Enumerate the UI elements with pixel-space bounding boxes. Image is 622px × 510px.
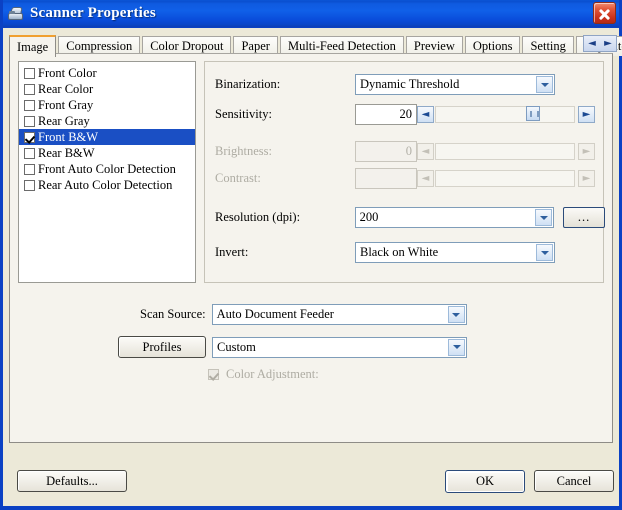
checkbox-icon[interactable] — [24, 115, 35, 127]
list-item-label: Front Color — [38, 65, 97, 80]
contrast-label: Contrast: — [215, 171, 261, 185]
slider-track — [435, 170, 575, 187]
list-item-label: Rear Auto Color Detection — [38, 177, 173, 192]
slider-decrease-button: ◄ — [417, 143, 434, 160]
list-item[interactable]: Rear Gray — [19, 113, 195, 129]
profiles-value: Custom — [217, 339, 256, 354]
tab-label: Color Dropout — [150, 39, 224, 53]
list-item-label: Front B&W — [38, 129, 99, 144]
sensitivity-row: Sensitivity: 20 ◄ ► — [215, 104, 595, 125]
ok-button[interactable]: OK — [445, 470, 525, 493]
tab-label: Multi-Feed Detection — [287, 39, 396, 53]
list-item[interactable]: Rear Auto Color Detection — [19, 177, 195, 193]
close-icon[interactable] — [593, 2, 616, 24]
sensitivity-value[interactable]: 20 — [355, 104, 417, 125]
list-item[interactable]: Rear B&W — [19, 145, 195, 161]
tab-label: Paper — [241, 39, 270, 53]
profiles-button[interactable]: Profiles — [118, 336, 206, 358]
tab-label: Preview — [413, 39, 455, 53]
scan-source-combo[interactable]: Auto Document Feeder — [211, 304, 467, 325]
profiles-combo[interactable]: Custom — [212, 336, 467, 358]
scanner-icon — [7, 5, 25, 23]
sensitivity-slider[interactable]: ◄ ► — [417, 104, 595, 125]
chevron-down-icon[interactable] — [448, 338, 465, 356]
list-item[interactable]: Front Color — [19, 65, 195, 81]
list-item-label: Rear Gray — [38, 113, 90, 128]
contrast-slider: ◄ ► — [417, 168, 595, 189]
binarization-label: Binarization: — [215, 77, 281, 91]
binarization-value: Dynamic Threshold — [360, 77, 460, 91]
binarization-row: Binarization: Dynamic Threshold — [215, 74, 595, 95]
list-item[interactable]: Front Auto Color Detection — [19, 161, 195, 177]
list-item[interactable]: Front Gray — [19, 97, 195, 113]
checkbox-icon[interactable] — [24, 131, 35, 143]
resolution-label: Resolution (dpi): — [215, 210, 301, 224]
slider-increase-button[interactable]: ► — [578, 106, 595, 123]
color-adjustment-row: Color Adjustment: — [208, 367, 319, 382]
slider-increase-button: ► — [578, 170, 595, 187]
list-item-label: Front Gray — [38, 97, 94, 112]
tab-label: Image — [17, 40, 49, 54]
defaults-button[interactable]: Defaults... — [17, 470, 127, 492]
binarization-combo[interactable]: Dynamic Threshold — [355, 74, 555, 95]
resolution-browse-button[interactable]: ... — [563, 207, 605, 228]
checkbox-icon[interactable] — [24, 99, 35, 111]
scan-source-value: Auto Document Feeder — [216, 307, 334, 321]
image-settings-group: Binarization: Dynamic Threshold Sensitiv… — [204, 61, 605, 283]
title-bar: Scanner Properties — [3, 0, 619, 28]
contrast-row: Contrast: ◄ ► — [215, 168, 595, 189]
dialog-button-bar: Defaults... OK Cancel — [3, 448, 619, 493]
list-item-front-bw[interactable]: Front B&W — [19, 129, 195, 145]
sensitivity-label: Sensitivity: — [215, 107, 272, 121]
image-tab-page: Front Color Rear Color Front Gray Rear G… — [9, 53, 613, 443]
chevron-right-icon[interactable]: ► — [604, 38, 612, 49]
tab-label: Options — [472, 39, 513, 53]
scan-source-row: Scan Source: Auto Document Feeder — [140, 304, 467, 325]
scan-source-label: Scan Source: — [140, 307, 206, 321]
chevron-down-icon[interactable] — [535, 209, 553, 226]
slider-track[interactable] — [435, 106, 575, 123]
invert-value: Black on White — [360, 245, 439, 259]
list-item[interactable]: Rear Color — [19, 81, 195, 97]
brightness-label: Brightness: — [215, 144, 272, 158]
tab-label: Compression — [66, 39, 133, 53]
image-selection-list[interactable]: Front Color Rear Color Front Gray Rear G… — [18, 61, 196, 283]
slider-thumb[interactable] — [525, 106, 540, 121]
slider-increase-button: ► — [578, 143, 595, 160]
invert-label: Invert: — [215, 245, 249, 259]
profiles-row: Profiles Custom — [118, 336, 467, 358]
tab-scroll-buttons[interactable]: ◄ ► — [583, 35, 617, 52]
slider-decrease-button[interactable]: ◄ — [417, 106, 434, 123]
window-title: Scanner Properties — [30, 5, 156, 21]
checkbox-icon[interactable] — [24, 67, 35, 79]
resolution-row: Resolution (dpi): 200 ... — [215, 207, 605, 228]
resolution-value: 200 — [359, 210, 379, 224]
brightness-value: 0 — [355, 141, 417, 162]
slider-decrease-button: ◄ — [417, 170, 434, 187]
invert-combo[interactable]: Black on White — [355, 242, 555, 263]
checkbox-icon — [208, 369, 219, 380]
brightness-slider: ◄ ► — [417, 141, 595, 162]
checkbox-icon[interactable] — [24, 83, 35, 95]
chevron-down-icon[interactable] — [536, 244, 553, 261]
scanner-properties-dialog: Scanner Properties Image Compression Col… — [0, 0, 622, 510]
cancel-button[interactable]: Cancel — [534, 470, 614, 492]
chevron-down-icon[interactable] — [447, 306, 465, 323]
checkbox-icon[interactable] — [24, 179, 35, 191]
brightness-row: Brightness: 0 ◄ ► — [215, 141, 595, 162]
checkbox-icon[interactable] — [24, 163, 35, 175]
slider-track — [435, 143, 575, 160]
list-item-label: Front Auto Color Detection — [38, 161, 176, 176]
invert-row: Invert: Black on White — [215, 242, 595, 263]
chevron-left-icon[interactable]: ◄ — [588, 38, 596, 49]
checkbox-icon[interactable] — [24, 147, 35, 159]
tab-label: Setting — [530, 39, 566, 53]
resolution-combo[interactable]: 200 — [354, 207, 555, 228]
list-item-label: Rear B&W — [38, 145, 95, 160]
color-adjustment-label: Color Adjustment: — [226, 367, 319, 381]
contrast-value — [355, 168, 417, 189]
chevron-down-icon[interactable] — [536, 76, 553, 93]
tab-image[interactable]: Image — [9, 35, 57, 57]
list-item-label: Rear Color — [38, 81, 94, 96]
